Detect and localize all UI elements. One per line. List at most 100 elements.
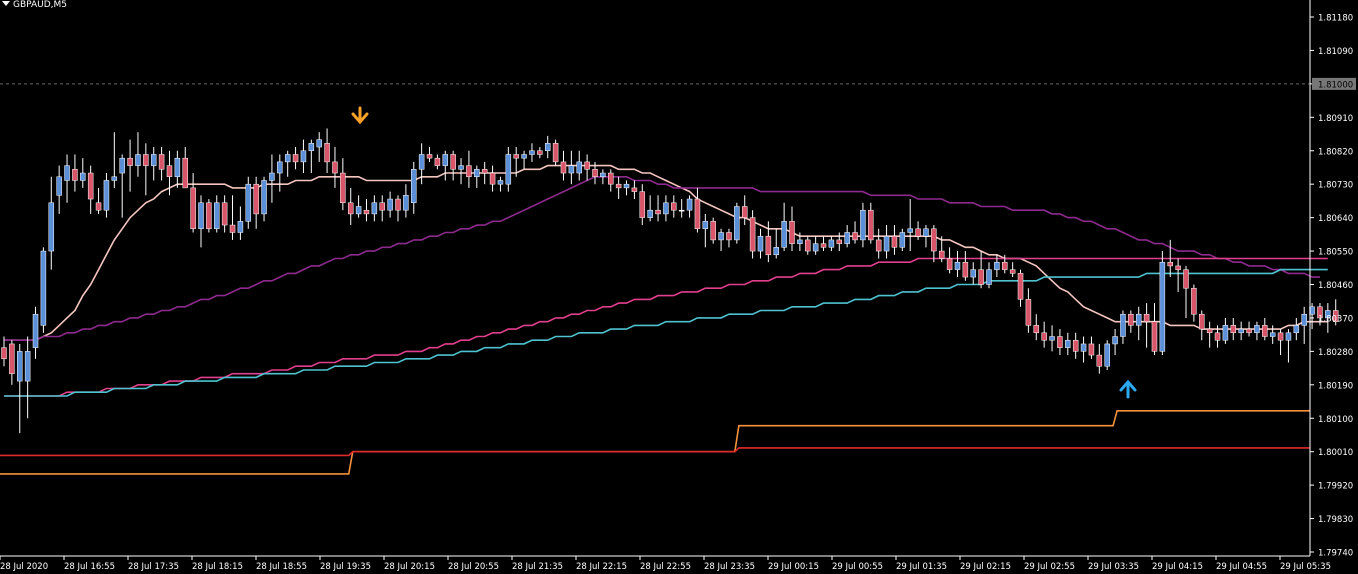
candle-body — [284, 154, 291, 163]
candle — [631, 180, 638, 200]
candle — [639, 184, 646, 226]
candle-body — [316, 139, 322, 148]
chart-window[interactable]: 1.81180 1.81090 1.81000 1.80910 1.80820 1.807… — [0, 0, 1358, 574]
candle — [497, 176, 504, 192]
candle — [1112, 329, 1118, 356]
candle — [1285, 329, 1292, 363]
candle — [1269, 325, 1276, 344]
candle-body — [40, 250, 47, 326]
candle-body — [347, 202, 354, 215]
candle — [442, 150, 449, 181]
candle-body — [458, 165, 464, 170]
candle-body — [403, 195, 409, 211]
candle — [741, 195, 748, 226]
candle — [655, 195, 661, 222]
candle — [1033, 314, 1040, 341]
price-tick-label: 1.79830 — [1318, 515, 1353, 525]
candle — [560, 150, 567, 181]
candle — [127, 139, 133, 192]
candle — [143, 143, 149, 196]
candle-body — [72, 169, 78, 181]
candle-body — [434, 157, 441, 166]
candle-body — [1104, 343, 1110, 367]
candle-body — [608, 172, 614, 185]
candle-body — [844, 232, 850, 244]
candle — [24, 336, 31, 419]
candle — [600, 169, 606, 185]
candle-body — [1206, 328, 1213, 334]
time-tick-label: 28 Jul 16:55 — [64, 562, 115, 572]
candle-body — [615, 183, 622, 189]
candle — [1238, 321, 1244, 341]
candle — [481, 161, 488, 185]
candle-body — [418, 154, 425, 170]
candle-body — [1057, 336, 1063, 348]
time-tick-label: 29 Jul 00:15 — [768, 562, 819, 572]
candle-body — [1128, 313, 1134, 326]
candle-body — [355, 206, 362, 215]
candle — [489, 165, 496, 192]
candle-body — [127, 157, 133, 166]
candle — [1262, 317, 1268, 341]
symbol-label[interactable]: GBPAUD,M5 — [2, 0, 67, 10]
candle-body — [1072, 339, 1079, 352]
candle — [198, 195, 204, 248]
candle — [324, 128, 330, 174]
candle — [434, 154, 441, 170]
candle-body — [1222, 325, 1229, 341]
candle — [379, 195, 385, 222]
candle — [1254, 321, 1260, 341]
candle-body — [253, 183, 259, 215]
candle-body — [56, 176, 62, 196]
candle-body — [671, 202, 677, 211]
candle — [277, 154, 283, 192]
time-tick-label: 29 Jul 00:55 — [832, 562, 883, 572]
candle — [671, 195, 677, 218]
candle-body — [481, 169, 488, 174]
candle-body — [1143, 313, 1150, 322]
buy-arrow-icon — [1119, 379, 1137, 399]
sell-arrow-icon — [351, 106, 369, 125]
price-tick-label: 1.80820 — [1318, 147, 1353, 157]
candle — [537, 147, 543, 159]
candle-body — [206, 202, 212, 230]
candle — [576, 150, 582, 181]
candle — [80, 158, 86, 188]
candle — [718, 228, 724, 252]
candle-body — [150, 154, 157, 166]
price-tick-label: 1.80460 — [1318, 281, 1353, 291]
candle — [860, 202, 866, 248]
candle-body — [647, 209, 653, 218]
candle-body — [245, 183, 252, 222]
candle — [395, 195, 401, 222]
time-tick-label: 29 Jul 04:15 — [1152, 562, 1203, 572]
candle — [931, 225, 937, 263]
candle — [355, 195, 362, 218]
dropdown-triangle-icon[interactable] — [2, 1, 10, 6]
candle — [1135, 306, 1142, 341]
time-tick-label: 29 Jul 05:35 — [1280, 562, 1331, 572]
candle-body — [1080, 343, 1087, 352]
candle-body — [734, 206, 740, 241]
candle-body — [426, 154, 433, 159]
time-tick-label: 28 Jul 20:55 — [448, 562, 499, 572]
candle-body — [828, 239, 835, 248]
time-tick-label: 29 Jul 03:35 — [1088, 562, 1139, 572]
candle-body — [702, 221, 709, 230]
price-tick-label: 1.80730 — [1318, 181, 1353, 191]
candle-body — [1269, 332, 1276, 337]
candle-body — [135, 154, 141, 166]
candle — [552, 139, 559, 166]
candle-body — [1065, 339, 1071, 348]
candle-body — [1277, 332, 1284, 341]
candle — [387, 191, 393, 218]
price-chart[interactable]: 1.81180 1.81090 1.81000 1.80910 1.80820 1.807… — [0, 0, 1358, 574]
candle-body — [868, 209, 874, 241]
candle — [292, 147, 299, 170]
candle-body — [1230, 325, 1237, 334]
price-tick-label: 1.79740 — [1318, 549, 1353, 559]
time-tick-label: 28 Jul 17:35 — [128, 562, 179, 572]
time-tick-label: 28 Jul 22:55 — [640, 562, 691, 572]
candle-body — [1191, 287, 1197, 315]
candle-body — [655, 209, 661, 215]
